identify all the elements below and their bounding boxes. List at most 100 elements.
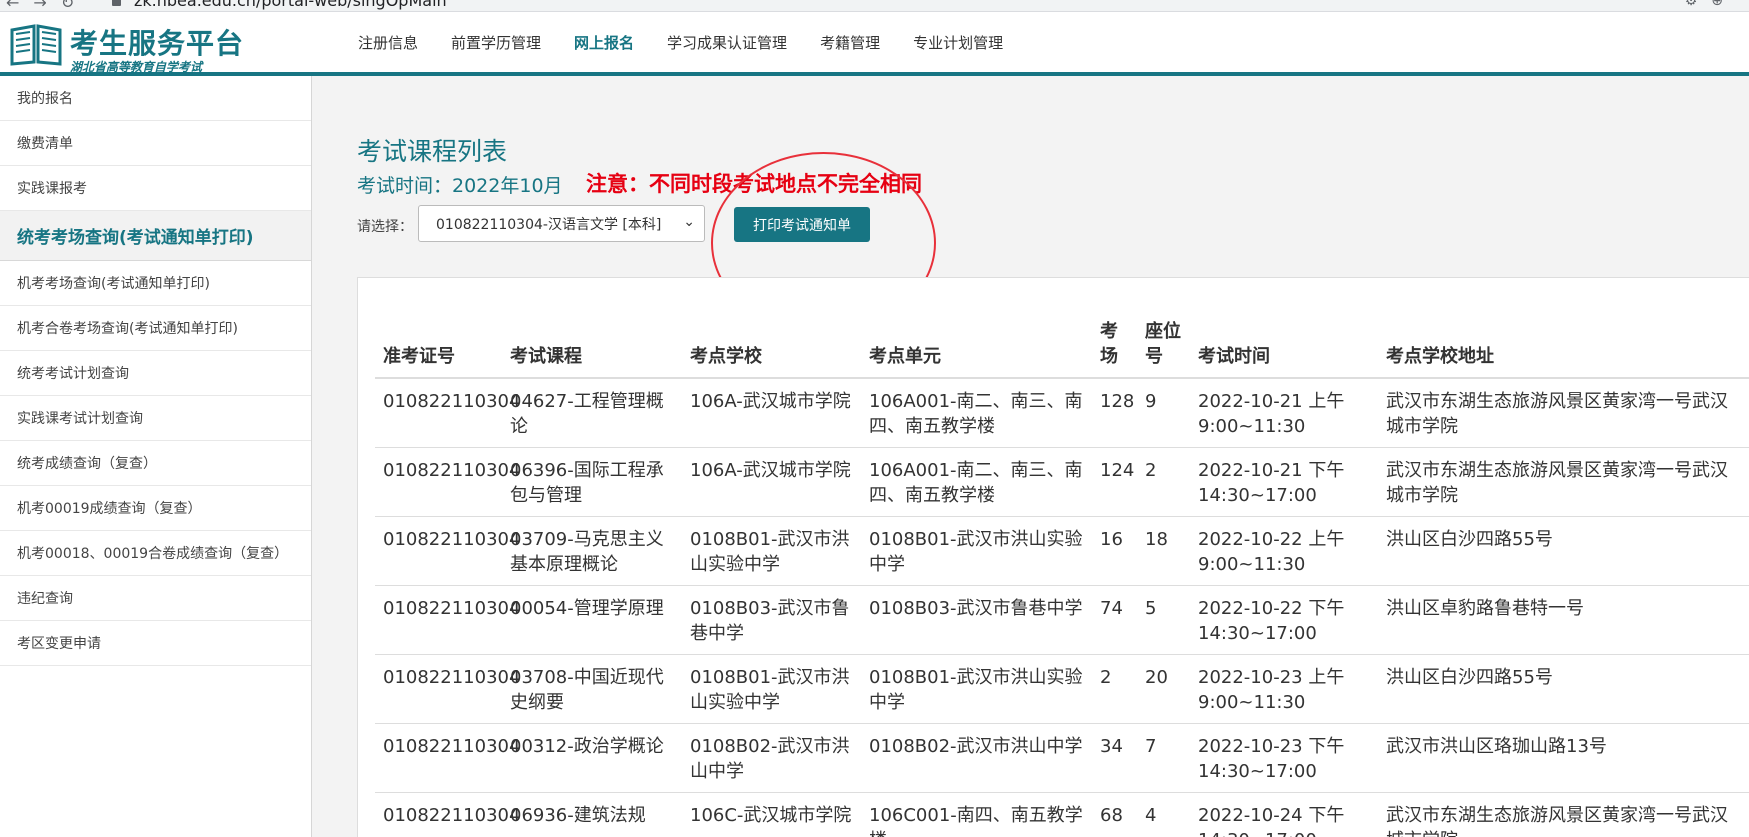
select-label: 请选择： (357, 219, 413, 235)
sidebar-item[interactable]: 机考合卷考场查询(考试通知单打印) (0, 306, 311, 351)
sidebar-item[interactable]: 机考考场查询(考试通知单打印) (0, 261, 311, 306)
table-cell: 0108B02-武汉市洪山中学 (861, 723, 1092, 793)
table-cell: 18 (1137, 516, 1190, 586)
table-cell: 106C001-南四、南五教学楼 (861, 792, 1092, 837)
table-row: 010822110304 04627-工程管理概论 106A-武汉城市学院 106A0… (375, 378, 1749, 448)
table-cell: 0108B01-武汉市洪山实验中学 (682, 654, 861, 724)
table-cell: 武汉市东湖生态旅游风景区黄家湾一号武汉城市学院 (1378, 792, 1749, 837)
table-cell: 2022-10-23 下午 14:30~17:00 (1190, 723, 1378, 793)
table-cell: 010822110304 (375, 516, 520, 586)
table-cell: 128 (1092, 378, 1137, 448)
table-row: 010822110304 00312-政治学概论 0108B02-武汉市洪山中学 01… (375, 723, 1749, 793)
table-row: 010822110304 06936-建筑法规 106C-武汉城市学院 106C001… (375, 792, 1749, 837)
exam-time: 考试时间：2022年10月 (357, 175, 563, 197)
table-cell: 洪山区卓豹路鲁巷特一号 (1378, 585, 1749, 655)
page-title: 考试课程列表 (357, 137, 508, 166)
notice-annotation: 注意：不同时段考试地点不完全相同 (586, 172, 922, 196)
table-cell: 20 (1137, 654, 1190, 724)
browser-nav-icons[interactable]: ←→↻ (6, 0, 88, 11)
table-cell: 34 (1092, 723, 1137, 793)
sidebar-item[interactable]: 机考00019成绩查询（复查） (0, 486, 311, 531)
column-header: 考试时间 (1190, 300, 1378, 379)
table-cell: 武汉市东湖生态旅游风景区黄家湾一号武汉城市学院 (1378, 447, 1749, 517)
lock-icon (112, 0, 121, 6)
table-cell: 010822110304 (375, 447, 520, 517)
table-cell: 4 (1137, 792, 1190, 837)
table-header-row: 准考证号 考试课程 考点学校 考点单元 考场 座位号 考试时间 考点学校地址 (375, 300, 1749, 379)
address-bar[interactable]: zk.hbea.edu.cn/portal-web/singOpMain (134, 0, 447, 10)
sidebar-item[interactable]: 统考成绩查询（复查） (0, 441, 311, 486)
column-header: 准考证号 (375, 300, 502, 379)
table-cell: 106C-武汉城市学院 (682, 792, 861, 837)
main-content: 考试课程列表 考试时间：2022年10月 注意：不同时段考试地点不完全相同 请选… (313, 76, 1749, 837)
nav-item[interactable]: 专业计划管理 (913, 32, 1003, 53)
sidebar-item[interactable]: 我的报名 (0, 76, 311, 121)
table-cell: 2 (1092, 654, 1137, 724)
table-cell: 00054-管理学原理 (502, 585, 682, 655)
table-row: 010822110304 06396-国际工程承包与管理 106A-武汉城市学院 10… (375, 447, 1749, 517)
sidebar-item[interactable]: 统考考场查询(考试通知单打印) (0, 211, 311, 261)
sidebar-item[interactable]: 缴费清单 (0, 121, 311, 166)
table-cell: 124 (1092, 447, 1137, 517)
browser-extension-icons[interactable]: ⚙⊕ (1685, 0, 1737, 9)
table-cell: 洪山区白沙四路55号 (1378, 654, 1749, 724)
table-cell: 03709-马克思主义基本原理概论 (502, 516, 682, 586)
table-cell: 06396-国际工程承包与管理 (502, 447, 682, 517)
column-header: 考点学校地址 (1378, 300, 1749, 379)
column-header: 座位号 (1137, 300, 1190, 379)
table-cell: 0108B01-武汉市洪山实验中学 (682, 516, 861, 586)
table-cell: 106A-武汉城市学院 (682, 378, 861, 448)
column-header: 考试课程 (502, 300, 682, 379)
sidebar-item[interactable]: 违纪查询 (0, 576, 311, 621)
table-cell: 0108B03-武汉市鲁巷中学 (861, 585, 1092, 655)
sidebar-item[interactable]: 机考00018、00019合卷成绩查询（复查） (0, 531, 311, 576)
table-cell: 0108B02-武汉市洪山中学 (682, 723, 861, 793)
table-cell: 06936-建筑法规 (502, 792, 682, 837)
table-cell: 洪山区白沙四路55号 (1378, 516, 1749, 586)
table-row: 010822110304 00054-管理学原理 0108B03-武汉市鲁巷中学 01… (375, 585, 1749, 655)
table-cell: 武汉市东湖生态旅游风景区黄家湾一号武汉城市学院 (1378, 378, 1749, 448)
sidebar-item[interactable]: 实践课考试计划查询 (0, 396, 311, 441)
table-cell: 16 (1092, 516, 1137, 586)
column-header: 考场 (1092, 300, 1137, 379)
sidebar-item[interactable]: 统考考试计划查询 (0, 351, 311, 396)
table-cell: 106A-武汉城市学院 (682, 447, 861, 517)
nav-item[interactable]: 前置学历管理 (451, 32, 541, 53)
sidebar-item[interactable]: 实践课报考 (0, 166, 311, 211)
print-notice-button[interactable]: 打印考试通知单 (734, 207, 870, 242)
logo[interactable]: 考生服务平台 湖北省高等教育自学考试 (10, 22, 243, 74)
table-cell: 0108B01-武汉市洪山实验中学 (861, 516, 1092, 586)
sidebar-item[interactable]: 考区变更申请 (0, 621, 311, 666)
table-cell: 2 (1137, 447, 1190, 517)
column-header: 考点学校 (682, 300, 861, 379)
exam-course-table: 准考证号 考试课程 考点学校 考点单元 考场 座位号 考试时间 考点学校地址 01082211… (375, 300, 1749, 837)
table-cell: 106A001-南二、南三、南四、南五教学楼 (861, 447, 1092, 517)
chevron-down-icon: ⌄ (683, 214, 695, 230)
table-row: 010822110304 03709-马克思主义基本原理概论 0108B01-武汉市… (375, 516, 1749, 586)
nav-item[interactable]: 网上报名 (574, 32, 634, 53)
major-select[interactable]: 010822110304-汉语言文学 [本科] ⌄ (418, 205, 705, 242)
table-cell: 010822110304 (375, 792, 520, 837)
nav-item[interactable]: 考籍管理 (820, 32, 880, 53)
logo-subtitle: 湖北省高等教育自学考试 (70, 60, 203, 74)
table-cell: 9 (1137, 378, 1190, 448)
table-cell: 2022-10-24 下午 14:30~17:00 (1190, 792, 1378, 837)
table-cell: 7 (1137, 723, 1190, 793)
table-cell: 5 (1137, 585, 1190, 655)
site-header: 考生服务平台 湖北省高等教育自学考试 注册信息 前置学历管理 网上报名 学习成果认证管… (0, 12, 1749, 76)
table-cell: 010822110304 (375, 585, 520, 655)
table-cell: 0108B01-武汉市洪山实验中学 (861, 654, 1092, 724)
nav-item[interactable]: 注册信息 (358, 32, 418, 53)
nav-item[interactable]: 学习成果认证管理 (667, 32, 787, 53)
table-cell: 2022-10-21 上午 9:00~11:30 (1190, 378, 1378, 448)
table-cell: 010822110304 (375, 654, 520, 724)
table-cell: 00312-政治学概论 (502, 723, 682, 793)
table-cell: 04627-工程管理概论 (502, 378, 682, 448)
column-header: 考点单元 (861, 300, 1092, 379)
table-cell: 010822110304 (375, 378, 520, 448)
table-cell: 74 (1092, 585, 1137, 655)
browser-toolbar: ←→↻ zk.hbea.edu.cn/portal-web/singOpMain… (0, 0, 1749, 12)
table-row: 010822110304 03708-中国近现代史纲要 0108B01-武汉市洪山实… (375, 654, 1749, 724)
table-cell: 2022-10-23 上午 9:00~11:30 (1190, 654, 1378, 724)
top-nav: 注册信息 前置学历管理 网上报名 学习成果认证管理 考籍管理 专业计划管理 (358, 12, 1036, 72)
